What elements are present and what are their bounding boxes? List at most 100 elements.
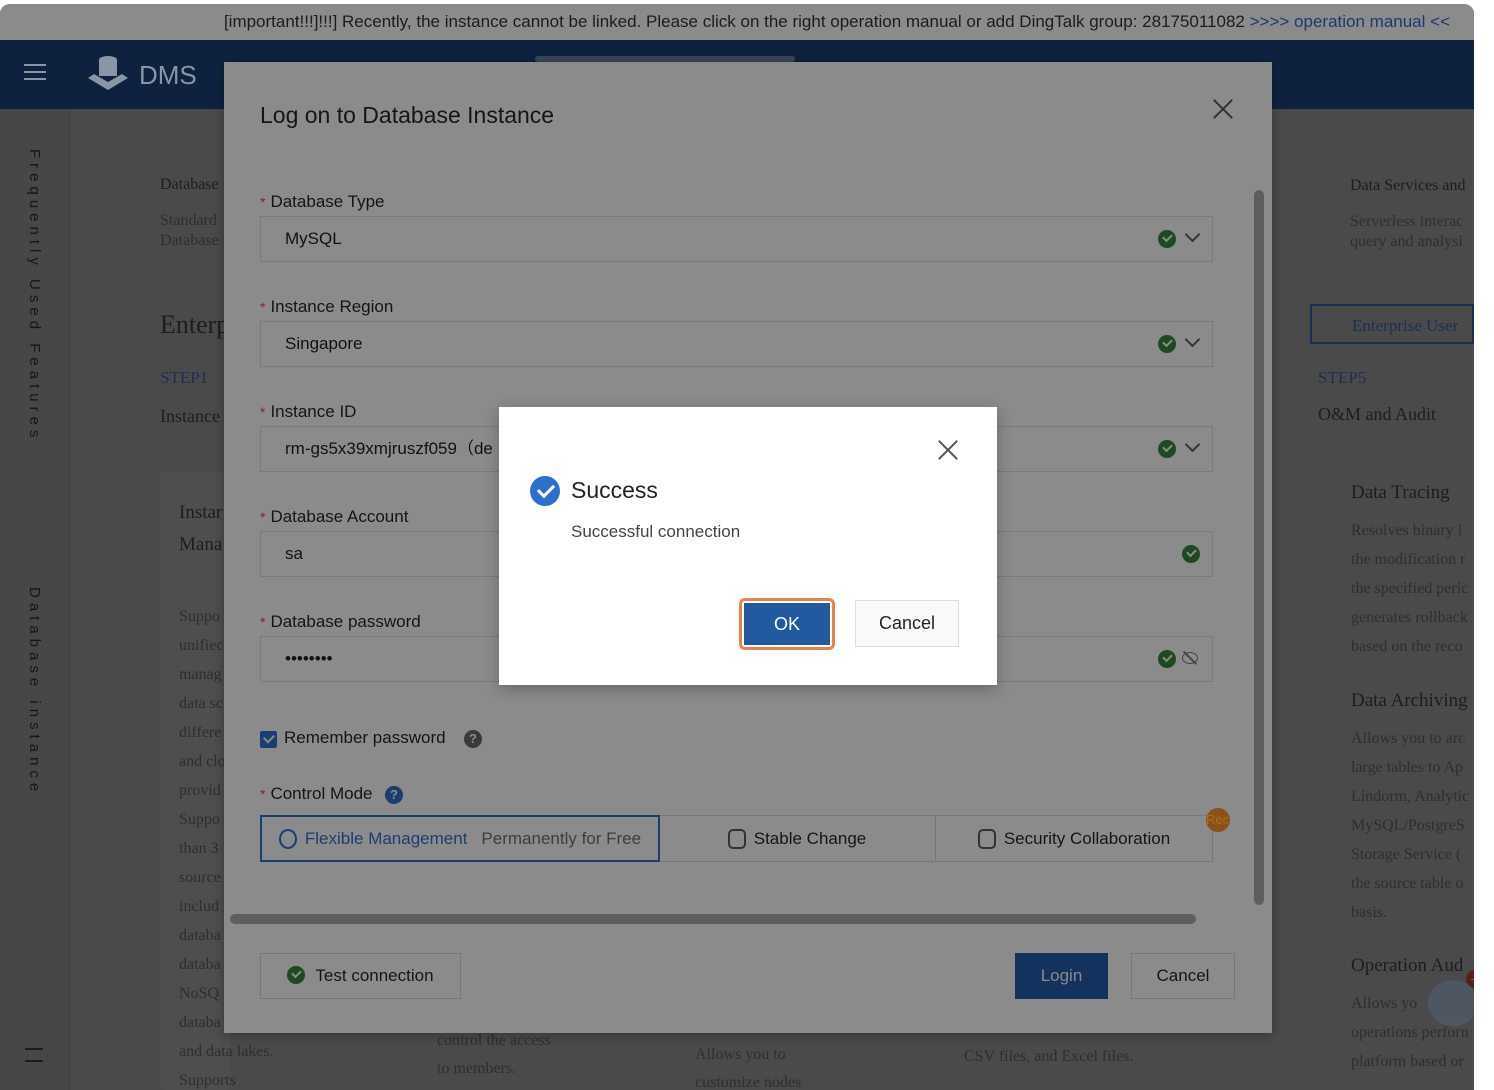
valid-check-icon xyxy=(1158,650,1176,668)
bg-text: MySQL/PostgreS xyxy=(1351,817,1465,835)
bg-text: the modification r xyxy=(1351,551,1466,569)
bg-text: query and analysi xyxy=(1350,233,1463,251)
bg-text: manag xyxy=(179,666,222,684)
help-icon[interactable]: ? xyxy=(385,786,403,804)
bg-text: than 3 xyxy=(179,840,219,858)
field-value: Singapore xyxy=(285,334,363,353)
frequent-features-tab[interactable]: Frequently Used Features xyxy=(26,149,43,442)
collapse-menu-icon[interactable] xyxy=(25,1048,43,1062)
field-label-text: Instance ID xyxy=(270,402,356,421)
bg-text: Storage Service ( xyxy=(1351,846,1461,864)
bg-text: Database xyxy=(160,176,219,194)
success-dialog: Success Successful connection OK Cancel xyxy=(499,407,997,685)
bg-step: STEP1 xyxy=(160,368,208,388)
field-value: sa xyxy=(285,544,303,563)
database-type-select[interactable]: MySQL xyxy=(260,216,1213,262)
left-sidebar: Frequently Used Features Database instan… xyxy=(0,109,70,1090)
bg-text: Operation Aud xyxy=(1351,955,1463,977)
bg-text: Instance xyxy=(160,406,220,427)
enterprise-user-label: Enterprise User xyxy=(1352,316,1458,335)
vertical-scrollbar[interactable] xyxy=(1254,190,1264,905)
success-check-icon xyxy=(530,476,560,506)
enterprise-user-button[interactable]: Enterprise User xyxy=(1310,304,1474,344)
database-account-label: *Database Account xyxy=(260,507,408,527)
valid-check-icon xyxy=(1158,335,1176,353)
instance-region-label: *Instance Region xyxy=(260,297,393,317)
bg-text: generates rollback xyxy=(1351,609,1468,627)
cancel-button[interactable]: Cancel xyxy=(1131,953,1235,999)
instance-id-label: *Instance ID xyxy=(260,402,356,422)
brand-name: DMS xyxy=(139,60,197,91)
field-label-text: Instance Region xyxy=(270,297,393,316)
control-mode-label: *Control Mode xyxy=(260,784,373,804)
test-connection-label: Test connection xyxy=(315,966,433,985)
database-instance-tab[interactable]: Database instance xyxy=(26,587,43,796)
close-icon[interactable] xyxy=(1212,98,1234,120)
bg-text: includ xyxy=(179,898,219,916)
bg-text: Allows you to arc xyxy=(1351,730,1465,748)
field-value: MySQL xyxy=(285,229,342,248)
mode-flexible-management[interactable]: Flexible Management Permanently for Free xyxy=(260,815,660,862)
bg-step: STEP5 xyxy=(1318,368,1366,388)
hamburger-menu-icon[interactable] xyxy=(24,64,46,80)
chevron-down-icon[interactable] xyxy=(1185,227,1201,243)
assistant-bot-icon[interactable] xyxy=(1428,980,1474,1026)
field-value: rm-gs5x39xmjruszf059（de xyxy=(285,439,493,458)
bg-text: Allows you to xyxy=(695,1046,786,1064)
remember-password-checkbox[interactable] xyxy=(260,731,277,748)
field-value: •••••••• xyxy=(285,649,333,668)
flexible-management-icon xyxy=(279,829,297,849)
bg-text: to members. xyxy=(437,1060,516,1078)
bg-text: provid xyxy=(179,782,221,800)
bg-text: based on the reco xyxy=(1351,638,1463,656)
field-label-text: Database Account xyxy=(270,507,408,526)
field-label-text: Database password xyxy=(270,612,420,631)
bg-text: the source table o xyxy=(1351,875,1463,893)
bg-text: operations perforn xyxy=(1351,1024,1469,1042)
help-icon[interactable]: ? xyxy=(464,730,482,748)
operation-manual-link[interactable]: >>>> operation manual << xyxy=(1250,12,1450,31)
bg-text: databa xyxy=(179,1014,221,1032)
mode-stable-change[interactable]: Stable Change xyxy=(659,816,936,861)
close-icon[interactable] xyxy=(937,439,959,461)
bg-text: Standard xyxy=(160,212,217,230)
mode-sub-label: Permanently for Free xyxy=(481,829,641,849)
valid-check-icon xyxy=(1158,230,1176,248)
bg-text: Allows yo xyxy=(1351,995,1417,1013)
banner-text: [important!!!]!!!] Recently, the instanc… xyxy=(224,12,1250,31)
ok-label: OK xyxy=(744,603,830,645)
bg-text: the specified peric xyxy=(1351,580,1468,598)
dialog-cancel-button[interactable]: Cancel xyxy=(855,600,959,647)
valid-check-icon xyxy=(1158,440,1176,458)
login-button[interactable]: Login xyxy=(1015,953,1108,999)
hide-password-icon[interactable] xyxy=(1182,652,1198,664)
chevron-down-icon[interactable] xyxy=(1185,437,1201,453)
mode-label: Flexible Management xyxy=(305,829,468,849)
modal-title: Log on to Database Instance xyxy=(260,102,554,129)
bg-text: and data lakes. xyxy=(179,1043,274,1061)
bg-heading: Enterp xyxy=(160,310,229,340)
mode-label: Security Collaboration xyxy=(1004,829,1170,849)
bg-text: Suppo xyxy=(179,608,220,626)
recommended-badge: Rec xyxy=(1206,808,1230,832)
bg-text: large tables to Ap xyxy=(1351,759,1463,777)
bg-text: platform based or xyxy=(1351,1053,1464,1071)
chevron-down-icon[interactable] xyxy=(1185,332,1201,348)
bg-text: Database xyxy=(160,232,219,250)
bg-text: Lindorm, Analytic xyxy=(1351,788,1469,806)
bg-text: data sc xyxy=(179,695,223,713)
valid-check-icon xyxy=(1182,545,1200,563)
check-circle-icon xyxy=(287,966,305,984)
mode-label: Stable Change xyxy=(754,829,866,849)
horizontal-scrollbar[interactable] xyxy=(230,914,1196,924)
bg-text: differe xyxy=(179,724,221,742)
instance-region-select[interactable]: Singapore xyxy=(260,321,1213,367)
announcement-banner: [important!!!]!!!] Recently, the instanc… xyxy=(0,4,1474,40)
ok-button[interactable]: OK xyxy=(739,598,835,650)
test-connection-button[interactable]: Test connection xyxy=(260,953,461,999)
dms-logo-icon xyxy=(86,54,130,92)
bg-text: Instar xyxy=(179,502,222,524)
bg-text: Suppo xyxy=(179,811,220,829)
database-type-label: *Database Type xyxy=(260,192,385,212)
mode-security-collaboration[interactable]: Security Collaboration xyxy=(936,816,1212,861)
